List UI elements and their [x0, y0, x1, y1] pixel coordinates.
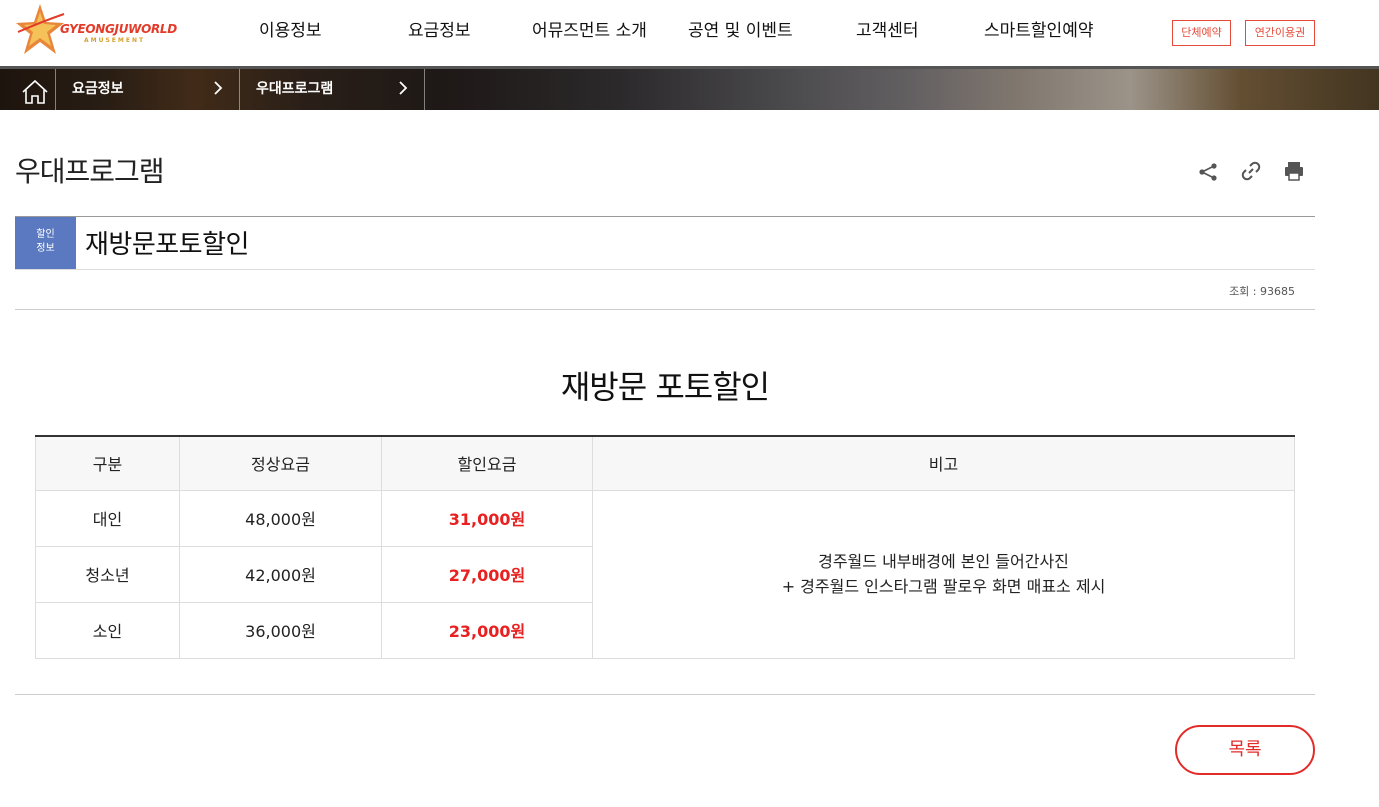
chevron-right-icon[interactable]	[396, 80, 410, 96]
home-icon[interactable]	[15, 72, 55, 110]
note-line: + 경주월드 인스타그램 팔로우 화면 매표소 제시	[781, 577, 1106, 596]
logo-sub-text: AMUSEMENT	[84, 37, 146, 44]
column-header: 비고	[592, 435, 1295, 491]
breadcrumb-level1[interactable]: 요금정보	[72, 69, 124, 110]
nav-item-fee-info[interactable]: 요금정보	[408, 16, 471, 41]
star-logo-icon	[16, 4, 65, 54]
view-count: 조회 : 93685	[1229, 285, 1295, 298]
nav-item-customer-center[interactable]: 고객센터	[856, 16, 919, 41]
logo-brand-text: GYEONGJUWORLD	[60, 22, 177, 36]
site-header: GYEONGJUWORLD AMUSEMENT 이용정보 요금정보 어뮤즈먼트 …	[0, 0, 1379, 66]
regular-price-cell: 42,000원	[179, 545, 382, 603]
article-title: 재방문포토할인	[85, 230, 249, 260]
discount-price-cell: 23,000원	[381, 601, 593, 659]
type-cell: 청소년	[35, 545, 180, 603]
type-cell: 대인	[35, 489, 180, 547]
print-icon[interactable]	[1282, 159, 1306, 183]
nav-item-smart-discount[interactable]: 스마트할인예약	[984, 16, 1093, 41]
group-reservation-button[interactable]: 단체예약	[1172, 20, 1231, 46]
category-badge: 할인 정보	[15, 217, 76, 269]
chevron-right-icon[interactable]	[211, 80, 225, 96]
discount-price-cell: 31,000원	[381, 489, 593, 547]
price-table: 구분 정상요금 할인요금 비고 대인 48,000원 31,000원 경주월드 …	[35, 435, 1295, 659]
annual-pass-button[interactable]: 연간이용권	[1245, 20, 1315, 46]
table-header-row: 구분 정상요금 할인요금 비고	[35, 435, 1295, 491]
regular-price-cell: 36,000원	[179, 601, 382, 659]
content-title: 재방문 포토할인	[560, 368, 770, 406]
discount-price-cell: 27,000원	[381, 545, 593, 603]
column-header: 정상요금	[179, 435, 382, 491]
nav-item-usage-info[interactable]: 이용정보	[259, 16, 322, 41]
share-icon[interactable]	[1196, 160, 1220, 184]
column-header: 할인요금	[381, 435, 593, 491]
page-title: 우대프로그램	[15, 155, 165, 188]
table-row: 대인 48,000원 31,000원 경주월드 내부배경에 본인 들어간사진 +…	[35, 489, 1295, 659]
regular-price-cell: 48,000원	[179, 489, 382, 547]
note-cell: 경주월드 내부배경에 본인 들어간사진 + 경주월드 인스타그램 팔로우 화면 …	[592, 489, 1295, 659]
nav-item-shows-events[interactable]: 공연 및 이벤트	[688, 16, 793, 41]
breadcrumb-level2[interactable]: 우대프로그램	[256, 69, 333, 110]
note-line: 경주월드 내부배경에 본인 들어간사진	[818, 552, 1069, 571]
column-header: 구분	[35, 435, 180, 491]
nav-item-amusement[interactable]: 어뮤즈먼트 소개	[532, 16, 647, 41]
list-button[interactable]: 목록	[1175, 725, 1315, 775]
type-cell: 소인	[35, 601, 180, 659]
site-logo[interactable]: GYEONGJUWORLD AMUSEMENT	[16, 2, 177, 60]
link-icon[interactable]	[1239, 159, 1263, 183]
breadcrumb: 요금정보 우대프로그램	[0, 66, 1379, 110]
